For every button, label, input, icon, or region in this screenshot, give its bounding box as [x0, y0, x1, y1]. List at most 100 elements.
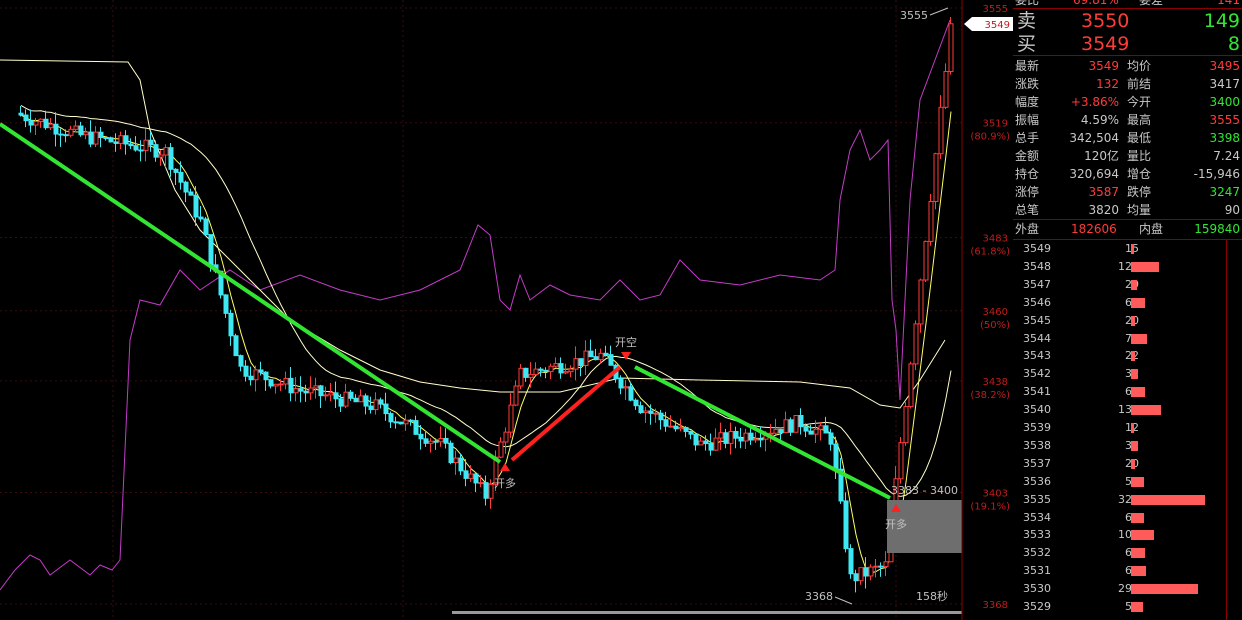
candle-body: [103, 137, 109, 140]
candle-body: [503, 431, 509, 443]
stat-value: 3820: [1088, 203, 1119, 217]
candle-body: [108, 137, 114, 143]
candle-body: [128, 143, 134, 147]
order-book-row[interactable]: 353657: [1013, 473, 1242, 491]
candle-body: [658, 412, 664, 421]
buy-price: 3549: [1081, 33, 1130, 55]
candle-body: [548, 365, 554, 373]
order-book-row[interactable]: 354915: [1013, 240, 1242, 258]
order-book-row[interactable]: 352956: [1013, 598, 1242, 616]
order-book-row[interactable]: 3540 136: [1013, 401, 1242, 419]
stat-value: +3.86%: [1070, 95, 1119, 109]
trend-line-green-1: [0, 122, 502, 464]
signal-text: 开多: [885, 517, 907, 531]
order-book-row[interactable]: 3533 104: [1013, 526, 1242, 544]
order-book-row[interactable]: 354473: [1013, 330, 1242, 348]
candle-body: [588, 350, 594, 358]
candle-body: [693, 433, 699, 446]
candle-body: [83, 131, 89, 136]
candle-body: [573, 358, 579, 370]
candle-body: [873, 565, 879, 568]
order-book-row[interactable]: 354322: [1013, 347, 1242, 365]
stat-value: 3398: [1209, 131, 1240, 145]
candle-body: [638, 405, 644, 414]
order-book-row[interactable]: 353166: [1013, 562, 1242, 580]
range-label: 3383 - 3400: [891, 484, 958, 497]
stat-label: 前结: [1127, 77, 1152, 91]
candle-body: [433, 440, 439, 443]
stat-label: 均量: [1127, 203, 1152, 217]
candle-body: [448, 442, 454, 464]
book-price: 3549: [1023, 242, 1051, 255]
candle-body: [623, 386, 629, 389]
scrollbar: [452, 611, 962, 614]
high-pointer: [929, 7, 949, 16]
inner-label: 内盘: [1139, 222, 1164, 236]
candle-body: [223, 294, 229, 314]
candle-body: [528, 374, 534, 378]
candle-body: [148, 139, 154, 146]
stat-value: 3247: [1209, 185, 1240, 199]
candle-body: [708, 443, 714, 451]
candle-body: [668, 425, 674, 428]
candle-body: [883, 561, 889, 568]
sell-price: 3550: [1081, 10, 1130, 32]
order-book-row[interactable]: 353720: [1013, 455, 1242, 473]
axis-tick-label: 3438: [983, 377, 1008, 388]
order-book-row[interactable]: 354664: [1013, 294, 1242, 312]
order-book-row[interactable]: 3548 126: [1013, 258, 1242, 276]
order-book-row[interactable]: 354235: [1013, 365, 1242, 383]
candle-body: [823, 425, 829, 434]
order-book-row[interactable]: 353264: [1013, 544, 1242, 562]
candle-body: [198, 216, 204, 220]
stat-value: 342,504: [1069, 131, 1119, 145]
order-book-row[interactable]: 353912: [1013, 419, 1242, 437]
candle-body: [703, 440, 709, 445]
candle-body: [523, 367, 529, 378]
candle-body: [683, 426, 689, 432]
candle-body: [443, 437, 449, 444]
quote-stat-row: 持仓 320,694 增仓 -15,946: [1013, 165, 1242, 183]
order-book-row[interactable]: 354520: [1013, 312, 1242, 330]
candle-body: [843, 500, 849, 550]
sell-row[interactable]: 卖 3550 149: [1013, 9, 1242, 33]
candle-body: [238, 355, 244, 367]
quote-stat-row: 幅度 +3.86% 今开 3400: [1013, 93, 1242, 111]
kline-chart[interactable]: 3383 - 3400 3555 3368 158秒 开多 开空开多 3555 3519 (8…: [0, 0, 1013, 620]
book-volume-bar: [1131, 602, 1143, 612]
candle-body: [478, 482, 484, 485]
candle-body: [68, 128, 74, 136]
signal-buy-arrow: [500, 463, 510, 471]
candle-body: [593, 356, 599, 361]
stat-label: 幅度: [1015, 95, 1040, 109]
candle-body: [543, 369, 549, 373]
candle-body: [923, 240, 929, 281]
candle-body: [368, 405, 374, 411]
stat-label: 最低: [1127, 131, 1152, 145]
order-book-row[interactable]: 353462: [1013, 509, 1242, 527]
high-label: 3555: [900, 9, 928, 22]
candle-body: [88, 131, 94, 145]
candle-body: [723, 432, 729, 444]
axis-tick-label: 3460: [983, 307, 1008, 318]
candle-body: [533, 368, 539, 376]
stat-label: 总手: [1015, 131, 1040, 145]
book-volume-bar: [1131, 297, 1146, 308]
candle-body: [643, 410, 649, 414]
order-book-row[interactable]: 3530 294: [1013, 580, 1242, 598]
candle-body: [698, 440, 704, 446]
book-volume-bar: [1131, 494, 1205, 505]
buy-row[interactable]: 买 3549 8: [1013, 32, 1242, 56]
stat-label: 最新: [1015, 59, 1040, 73]
candle-body: [328, 392, 334, 396]
order-book-row[interactable]: 354163: [1013, 383, 1242, 401]
order-book-row[interactable]: 3535 328: [1013, 491, 1242, 509]
candle-body: [58, 133, 64, 136]
candle-body: [308, 387, 314, 394]
order-book-row[interactable]: 354729: [1013, 276, 1242, 294]
axis-tick-pct: (80.9%): [970, 132, 1010, 143]
order-book-row[interactable]: 353832: [1013, 437, 1242, 455]
candle-body: [488, 483, 494, 499]
axis-tick-pct: (61.8%): [970, 246, 1010, 257]
book-volume-bar: [1131, 261, 1160, 272]
